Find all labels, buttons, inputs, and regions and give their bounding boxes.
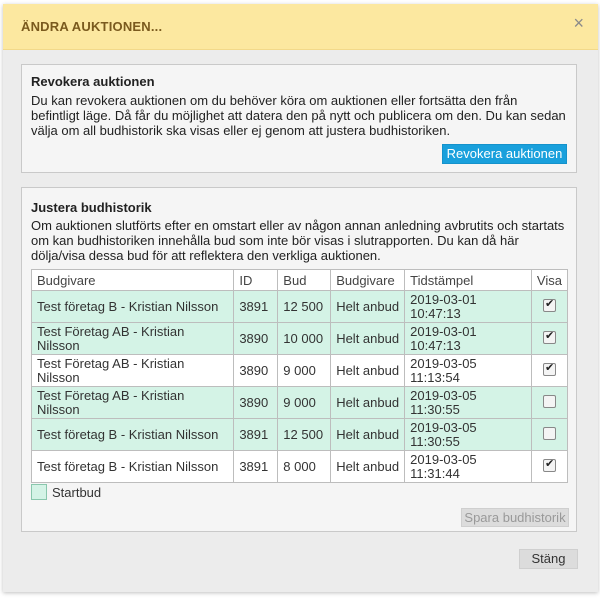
bidder-cell: Test Företag AB - Kristian Nilsson xyxy=(30,354,235,387)
timestamp-cell: 2019-03-01 10:47:13 xyxy=(404,322,532,355)
table-row: Test företag B - Kristian Nilsson 3891 12 … xyxy=(30,418,569,451)
revoke-auction-button[interactable]: Revokera auktionen xyxy=(442,144,567,164)
show-cell xyxy=(530,354,569,387)
timestamp-time: 11:31:44 xyxy=(410,465,460,481)
table-row: Test Företag AB - Kristian Nilsson 3890 9 … xyxy=(30,386,569,419)
revoke-description: Du kan revokera auktionen om du behöver … xyxy=(31,93,566,138)
show-cell xyxy=(530,386,569,419)
show-cell xyxy=(530,322,569,355)
timestamp-date: 2019-03-05 xyxy=(410,451,477,467)
show-cell xyxy=(530,290,569,323)
show-checkbox[interactable] xyxy=(542,297,556,312)
timestamp-time: 11:30:55 xyxy=(410,401,460,417)
bid-cell: 12 500 xyxy=(277,418,332,451)
table-row: Test företag B - Kristian Nilsson 3891 8 0… xyxy=(30,450,569,483)
timestamp-date: 2019-03-05 xyxy=(410,355,477,371)
timestamp-date: 2019-03-05 xyxy=(410,387,477,403)
timestamp-date: 2019-03-01 xyxy=(410,291,477,307)
bidder-cell: Test företag B - Kristian Nilsson xyxy=(30,418,235,451)
table-row: Test Företag AB - Kristian Nilsson 3890 10… xyxy=(30,322,569,355)
bid-type-cell: Helt anbud xyxy=(330,450,406,483)
timestamp-date: 2019-03-05 xyxy=(410,419,477,435)
show-cell xyxy=(530,450,569,483)
timestamp-cell: 2019-03-05 11:31:44 xyxy=(404,450,532,483)
id-cell: 3890 xyxy=(233,386,279,419)
id-cell: 3891 xyxy=(233,290,279,323)
show-checkbox[interactable] xyxy=(542,426,556,440)
show-checkbox[interactable] xyxy=(542,394,556,408)
close-dialog-button[interactable]: Stäng xyxy=(519,549,578,569)
dialog-title: ÄNDRA AUKTIONEN... xyxy=(21,19,163,34)
column-header-timestamp[interactable]: Tidstämpel xyxy=(404,269,532,291)
id-cell: 3890 xyxy=(233,354,279,387)
show-cell xyxy=(530,418,569,451)
show-checkbox[interactable] xyxy=(542,329,556,344)
bid-cell: 8 000 xyxy=(277,450,332,483)
revoke-panel: Revokera auktionen Du kan revokera aukti… xyxy=(21,64,577,173)
start-bid-legend-swatch xyxy=(31,484,47,500)
column-header-show[interactable]: Visa xyxy=(530,269,569,291)
table-row: Test företag B - Kristian Nilsson 3891 12 … xyxy=(30,290,569,323)
timestamp-cell: 2019-03-05 11:13:54 xyxy=(404,354,532,387)
timestamp-time: 10:47:13 xyxy=(410,305,461,321)
bid-history-description: Om auktionen slutförts efter en omstart … xyxy=(31,218,565,263)
timestamp-cell: 2019-03-05 11:30:55 xyxy=(404,418,532,451)
bid-type-cell: Helt anbud xyxy=(330,290,406,323)
bid-cell: 10 000 xyxy=(277,322,332,355)
bidder-cell: Test Företag AB - Kristian Nilsson xyxy=(30,386,235,419)
bidder-cell: Test Företag AB - Kristian Nilsson xyxy=(30,322,235,355)
bid-type-cell: Helt anbud xyxy=(330,354,406,387)
bid-history-panel: Justera budhistorik Om auktionen slutför… xyxy=(21,187,577,532)
show-checkbox[interactable] xyxy=(542,361,556,376)
timestamp-time: 11:13:54 xyxy=(410,369,460,385)
bid-history-title: Justera budhistorik xyxy=(31,200,152,215)
close-icon[interactable]: × xyxy=(573,12,584,34)
bidder-cell: Test företag B - Kristian Nilsson xyxy=(30,450,235,483)
column-header-bidder[interactable]: Budgivare xyxy=(30,269,235,291)
bid-type-cell: Helt anbud xyxy=(330,418,406,451)
id-cell: 3890 xyxy=(233,322,279,355)
start-bid-legend-label: Startbud xyxy=(52,485,102,500)
column-header-id[interactable]: ID xyxy=(233,269,279,291)
timestamp-time: 10:47:13 xyxy=(410,337,461,353)
column-header-bid[interactable]: Bud xyxy=(277,269,332,291)
timestamp-cell: 2019-03-01 10:47:13 xyxy=(404,290,532,323)
bid-history-table: Budgivare ID Bud Budgivare Tidstämpel Vi… xyxy=(30,269,569,483)
column-header-bid-type[interactable]: Budgivare xyxy=(330,269,406,291)
bid-type-cell: Helt anbud xyxy=(330,386,406,419)
show-checkbox[interactable] xyxy=(542,457,556,472)
timestamp-cell: 2019-03-05 11:30:55 xyxy=(404,386,532,419)
bid-cell: 9 000 xyxy=(277,386,332,419)
bid-cell: 9 000 xyxy=(277,354,332,387)
bidder-cell: Test företag B - Kristian Nilsson xyxy=(30,290,235,323)
bid-type-cell: Helt anbud xyxy=(330,322,406,355)
table-row: Test Företag AB - Kristian Nilsson 3890 9 … xyxy=(30,354,569,387)
id-cell: 3891 xyxy=(233,418,279,451)
id-cell: 3891 xyxy=(233,450,279,483)
timestamp-time: 11:30:55 xyxy=(410,433,460,449)
table-header-row: Budgivare ID Bud Budgivare Tidstämpel Vi… xyxy=(30,269,569,291)
save-bid-history-button[interactable]: Spara budhistorik xyxy=(461,508,569,527)
revoke-title: Revokera auktionen xyxy=(31,74,155,89)
dialog-header: ÄNDRA AUKTIONEN... × xyxy=(3,4,598,50)
bid-cell: 12 500 xyxy=(277,290,332,323)
timestamp-date: 2019-03-01 xyxy=(410,323,477,339)
